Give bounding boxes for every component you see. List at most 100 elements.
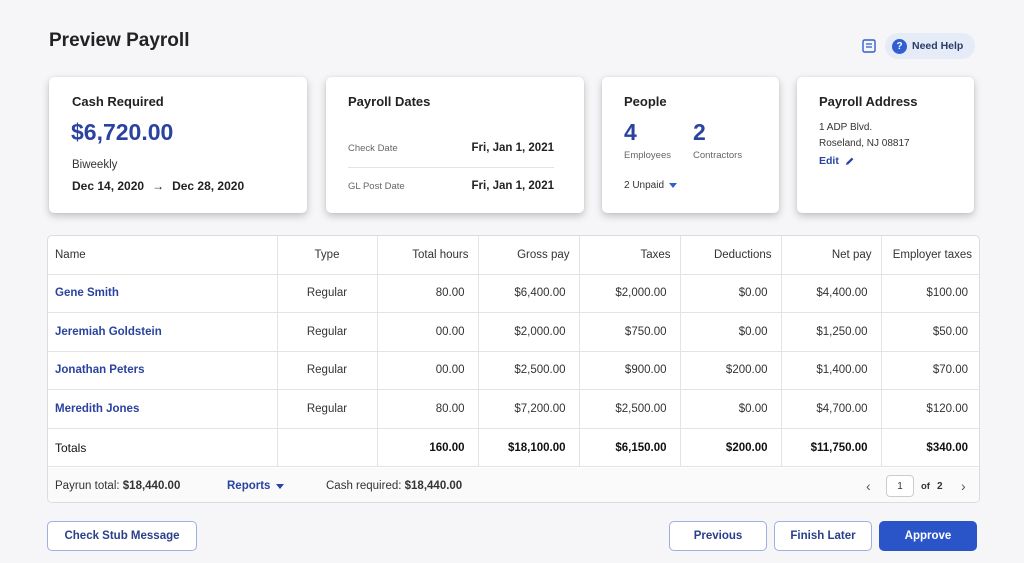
cell-total-hours: 80.00 (377, 274, 479, 314)
cell-taxes: $750.00 (579, 312, 681, 352)
contractors-count: 2 (693, 119, 706, 145)
cell-total-hours: 00.00 (377, 312, 479, 352)
cell-net-pay: $1,400.00 (781, 351, 882, 391)
employees-count: 4 (624, 119, 637, 145)
cell-type: Regular (277, 274, 378, 314)
approve-button[interactable]: Approve (879, 521, 977, 551)
employee-name-link[interactable]: Gene Smith (48, 274, 278, 314)
prev-page-icon[interactable]: ‹ (866, 478, 871, 494)
address-line2: Roseland, NJ 08817 (819, 138, 910, 149)
cell-total-hours: 80.00 (377, 389, 479, 429)
people-card-title: People (624, 94, 667, 109)
contractors-label: Contractors (693, 150, 743, 161)
dates-card-title: Payroll Dates (348, 94, 431, 109)
address-card-title: Payroll Address (819, 94, 918, 109)
totals-taxes: $6,150.00 (579, 428, 681, 468)
cell-employer-taxes: $120.00 (881, 389, 979, 429)
table-header-row: Name Type Total hours Gross pay Taxes De… (48, 236, 979, 275)
cell-employer-taxes: $100.00 (881, 274, 979, 314)
cell-net-pay: $4,400.00 (781, 274, 882, 314)
cell-taxes: $2,500.00 (579, 389, 681, 429)
cell-gross-pay: $2,000.00 (478, 312, 580, 352)
header-gross-pay[interactable]: Gross pay (478, 236, 580, 275)
page-of-label: of (921, 480, 930, 492)
table-row: Meredith Jones Regular 80.00 $7,200.00 $… (48, 389, 979, 429)
header-total-hours[interactable]: Total hours (377, 236, 479, 275)
header-type[interactable]: Type (277, 236, 378, 275)
gl-post-date-label: GL Post Date (348, 181, 405, 192)
totals-row: Totals 160.00 $18,100.00 $6,150.00 $200.… (48, 428, 979, 468)
payrun-total-value: $18,440.00 (122, 480, 181, 492)
need-help-label: Need Help (912, 40, 964, 52)
check-date-label: Check Date (348, 143, 398, 154)
caret-down-icon (669, 183, 678, 188)
employee-name-link[interactable]: Jonathan Peters (48, 351, 278, 391)
header-net-pay[interactable]: Net pay (781, 236, 882, 275)
table-row: Jonathan Peters Regular 00.00 $2,500.00 … (48, 351, 979, 391)
check-date-value: Fri, Jan 1, 2021 (471, 142, 554, 154)
cell-deductions: $200.00 (680, 351, 782, 391)
previous-button[interactable]: Previous (669, 521, 767, 551)
cash-card-title: Cash Required (72, 94, 164, 109)
edit-address-link[interactable]: Edit (819, 155, 855, 167)
totals-gross-pay: $18,100.00 (478, 428, 580, 468)
totals-employer-taxes: $340.00 (881, 428, 979, 468)
totals-hours: 160.00 (377, 428, 479, 468)
cell-taxes: $900.00 (579, 351, 681, 391)
cash-required-summary: Cash required: $18,440.00 (326, 480, 462, 492)
totals-type (277, 428, 378, 468)
cell-type: Regular (277, 389, 378, 429)
header-employer-taxes[interactable]: Employer taxes (881, 236, 979, 275)
unpaid-label: 2 Unpaid (624, 180, 665, 191)
document-icon[interactable] (862, 39, 876, 53)
payroll-table: Name Type Total hours Gross pay Taxes De… (47, 235, 980, 503)
payrun-total-label: Payrun total: (55, 480, 120, 492)
check-stub-message-button[interactable]: Check Stub Message (47, 521, 197, 551)
cell-gross-pay: $7,200.00 (478, 389, 580, 429)
header-deductions[interactable]: Deductions (680, 236, 782, 275)
cell-employer-taxes: $70.00 (881, 351, 979, 391)
unpaid-dropdown[interactable]: 2 Unpaid (624, 180, 678, 191)
page-total: 2 (937, 480, 943, 492)
totals-label: Totals (48, 428, 278, 468)
dates-divider (348, 167, 554, 168)
address-line1: 1 ADP Blvd. (819, 122, 873, 133)
cell-gross-pay: $6,400.00 (478, 274, 580, 314)
next-page-icon[interactable]: › (961, 478, 966, 494)
cell-gross-pay: $2,500.00 (478, 351, 580, 391)
page-number-input[interactable]: 1 (886, 475, 914, 497)
cash-required-card: Cash Required $6,720.00 Biweekly Dec 14,… (49, 77, 307, 213)
cell-deductions: $0.00 (680, 389, 782, 429)
people-card: People 4 Employees 2 Contractors 2 Unpai… (602, 77, 779, 213)
reports-dropdown[interactable]: Reports (227, 480, 285, 492)
cash-required-label: Cash required: (326, 480, 402, 492)
employees-label: Employees (624, 150, 671, 161)
finish-later-button[interactable]: Finish Later (774, 521, 872, 551)
pay-period-start: Dec 14, 2020 (72, 179, 145, 193)
need-help-button[interactable]: ? Need Help (885, 33, 975, 59)
cell-taxes: $2,000.00 (579, 274, 681, 314)
cash-required-value: $18,440.00 (404, 480, 463, 492)
header-taxes[interactable]: Taxes (579, 236, 681, 275)
edit-label: Edit (819, 155, 839, 167)
question-circle-icon: ? (892, 38, 907, 54)
table-row: Gene Smith Regular 80.00 $6,400.00 $2,00… (48, 274, 979, 314)
cash-amount: $6,720.00 (71, 119, 174, 145)
caret-down-icon (276, 483, 285, 489)
pay-frequency: Biweekly (72, 159, 118, 171)
reports-label: Reports (227, 480, 271, 492)
cell-deductions: $0.00 (680, 274, 782, 314)
cell-employer-taxes: $50.00 (881, 312, 979, 352)
table-row: Jeremiah Goldstein Regular 00.00 $2,000.… (48, 312, 979, 352)
pay-period: Dec 14, 2020 → Dec 28, 2020 (72, 179, 244, 193)
page-title: Preview Payroll (49, 30, 190, 51)
pencil-icon (845, 157, 854, 165)
header-name[interactable]: Name (48, 236, 278, 275)
arrow-right-icon: → (152, 179, 165, 193)
payroll-dates-card: Payroll Dates Check Date Fri, Jan 1, 202… (326, 77, 584, 213)
cell-deductions: $0.00 (680, 312, 782, 352)
employee-name-link[interactable]: Jeremiah Goldstein (48, 312, 278, 352)
employee-name-link[interactable]: Meredith Jones (48, 389, 278, 429)
cell-type: Regular (277, 312, 378, 352)
table-footer: Payrun total: $18,440.00 Reports Cash re… (48, 468, 979, 502)
